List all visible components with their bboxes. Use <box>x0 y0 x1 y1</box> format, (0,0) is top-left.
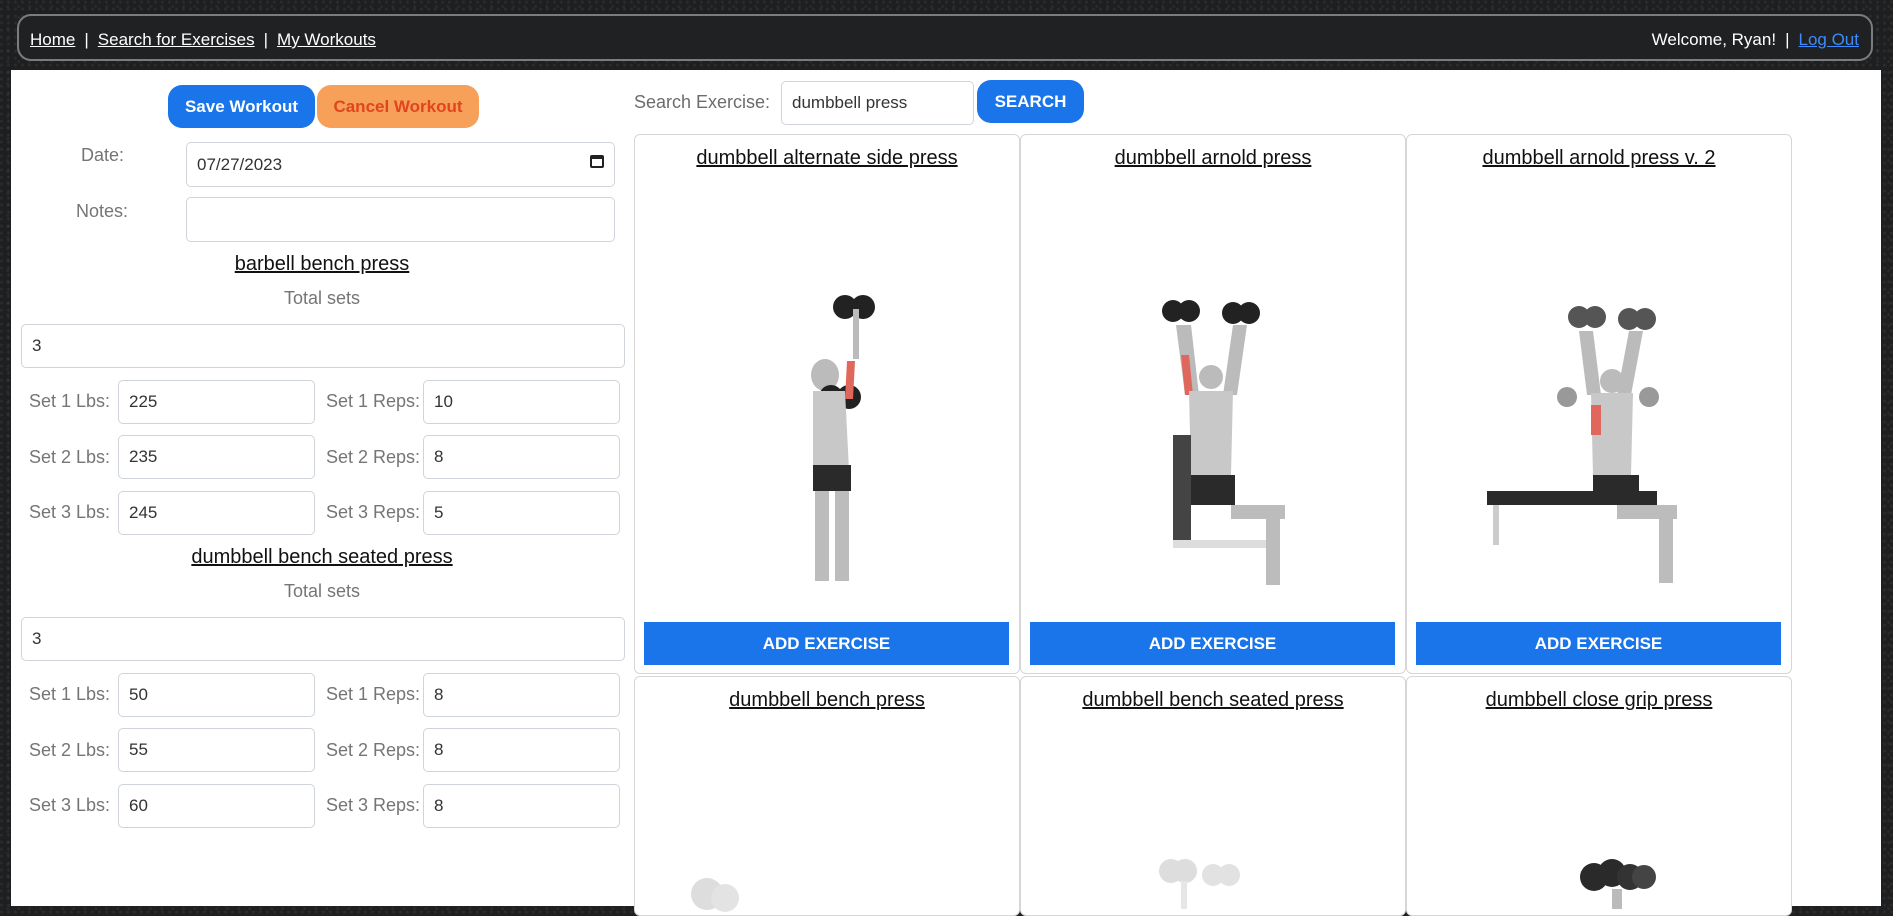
main-panel: Save Workout Cancel Workout Date: 07/27/… <box>11 70 1881 916</box>
exercise-illustration <box>1580 859 1656 909</box>
set-reps-input[interactable]: 8 <box>423 784 620 828</box>
set-reps-input[interactable]: 8 <box>423 673 620 717</box>
set-lbs-label: Set 3 Lbs: <box>29 502 111 522</box>
exercise-card-title[interactable]: dumbbell bench press <box>635 689 1019 712</box>
add-exercise-button[interactable]: ADD EXERCISE <box>1416 622 1781 665</box>
set-lbs-input[interactable]: 245 <box>118 491 315 535</box>
top-navbar: Home | Search for Exercises | My Workout… <box>17 14 1873 61</box>
date-value: 07/27/2023 <box>197 154 283 174</box>
set-lbs-value: 55 <box>129 740 148 759</box>
logout-link[interactable]: Log Out <box>1799 30 1860 50</box>
set-reps-input[interactable]: 10 <box>423 380 620 424</box>
set-reps-label: Set 2 Reps: <box>326 447 421 467</box>
exercise-card: dumbbell arnold press v. 2 ADD EXERCISE <box>1406 134 1792 674</box>
set-reps-value: 5 <box>434 503 444 522</box>
set-lbs-value: 235 <box>129 447 158 466</box>
set-reps-value: 8 <box>434 740 444 759</box>
nav-separator: | <box>1785 30 1790 49</box>
set-lbs-value: 225 <box>129 392 158 411</box>
search-button[interactable]: SEARCH <box>977 80 1084 123</box>
exercise-illustration <box>1487 306 1677 583</box>
nav-user: Welcome, Ryan! | Log Out <box>1652 30 1859 50</box>
exercise-illustration <box>1162 300 1285 585</box>
total-sets-input[interactable]: 3 <box>21 617 625 661</box>
set-reps-value: 10 <box>434 392 453 411</box>
exercise-card-title[interactable]: dumbbell arnold press v. 2 <box>1407 147 1791 170</box>
set-lbs-value: 60 <box>129 796 148 815</box>
save-workout-button[interactable]: Save Workout <box>168 85 315 128</box>
exercise-card: dumbbell alternate side press ADD EXERCI… <box>634 134 1020 674</box>
exercise-illustration <box>811 295 875 581</box>
exercise-card: dumbbell arnold press ADD EXERCISE <box>1020 134 1406 674</box>
welcome-text: Welcome, Ryan! <box>1651 30 1777 49</box>
exercise-illustration <box>691 878 739 912</box>
nav-separator: | <box>84 30 89 49</box>
nav-search-link[interactable]: Search for Exercises <box>98 30 255 50</box>
date-label: Date: <box>81 145 125 165</box>
workout-exercise-title[interactable]: barbell bench press <box>19 253 625 276</box>
set-lbs-value: 245 <box>129 503 158 522</box>
exercise-card: dumbbell bench press <box>634 676 1020 916</box>
search-label: Search Exercise: <box>634 92 771 112</box>
exercise-card-title[interactable]: dumbbell arnold press <box>1021 147 1405 170</box>
set-reps-input[interactable]: 8 <box>423 435 620 479</box>
set-lbs-label: Set 3 Lbs: <box>29 795 111 815</box>
total-sets-label: Total sets <box>283 581 361 601</box>
set-lbs-label: Set 2 Lbs: <box>29 740 111 760</box>
notes-label: Notes: <box>76 201 129 221</box>
total-sets-value: 3 <box>32 336 42 355</box>
set-lbs-input[interactable]: 225 <box>118 380 315 424</box>
add-exercise-button[interactable]: ADD EXERCISE <box>1030 622 1395 665</box>
exercise-card: dumbbell close grip press <box>1406 676 1792 916</box>
set-reps-value: 8 <box>434 447 444 466</box>
set-reps-label: Set 3 Reps: <box>326 502 421 522</box>
set-lbs-input[interactable]: 235 <box>118 435 315 479</box>
add-exercise-button[interactable]: ADD EXERCISE <box>644 622 1009 665</box>
total-sets-input[interactable]: 3 <box>21 324 625 368</box>
exercise-card-title[interactable]: dumbbell bench seated press <box>1021 689 1405 712</box>
set-lbs-label: Set 2 Lbs: <box>29 447 111 467</box>
cancel-workout-button[interactable]: Cancel Workout <box>317 85 479 128</box>
set-reps-input[interactable]: 8 <box>423 728 620 772</box>
total-sets-value: 3 <box>32 629 42 648</box>
exercise-card: dumbbell bench seated press <box>1020 676 1406 916</box>
set-reps-label: Set 1 Reps: <box>326 684 421 704</box>
search-input[interactable]: dumbbell press <box>781 81 974 125</box>
nav-links: Home | Search for Exercises | My Workout… <box>30 30 376 50</box>
set-reps-value: 8 <box>434 685 444 704</box>
set-reps-label: Set 1 Reps: <box>326 391 421 411</box>
set-lbs-input[interactable]: 50 <box>118 673 315 717</box>
workout-exercise-title[interactable]: dumbbell bench seated press <box>19 546 625 569</box>
set-reps-label: Set 3 Reps: <box>326 795 421 815</box>
exercise-illustration <box>1159 859 1240 909</box>
nav-separator: | <box>263 30 269 49</box>
nav-workouts-link[interactable]: My Workouts <box>277 30 376 50</box>
calendar-icon[interactable] <box>590 155 604 168</box>
total-sets-label: Total sets <box>283 288 361 308</box>
set-lbs-input[interactable]: 55 <box>118 728 315 772</box>
date-input[interactable]: 07/27/2023 <box>186 142 615 187</box>
exercise-card-title[interactable]: dumbbell close grip press <box>1407 689 1791 712</box>
set-lbs-input[interactable]: 60 <box>118 784 315 828</box>
set-lbs-label: Set 1 Lbs: <box>29 684 111 704</box>
set-lbs-value: 50 <box>129 685 148 704</box>
set-lbs-label: Set 1 Lbs: <box>29 391 111 411</box>
notes-input[interactable] <box>186 197 615 242</box>
nav-home-link[interactable]: Home <box>30 30 75 50</box>
set-reps-label: Set 2 Reps: <box>326 740 421 760</box>
set-reps-value: 8 <box>434 796 444 815</box>
exercise-card-title[interactable]: dumbbell alternate side press <box>635 147 1019 170</box>
search-value: dumbbell press <box>792 93 908 112</box>
set-reps-input[interactable]: 5 <box>423 491 620 535</box>
